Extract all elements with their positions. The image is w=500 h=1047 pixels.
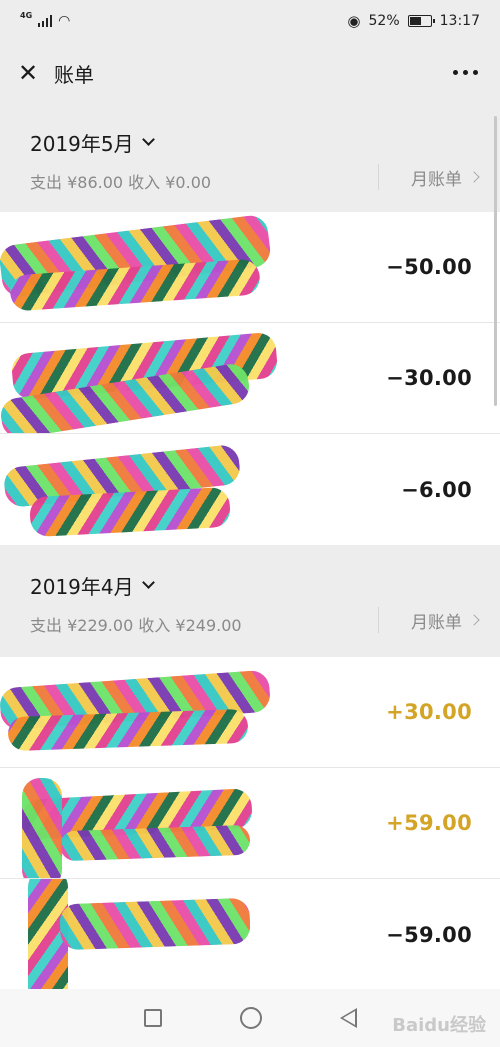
signal-icon [38,15,53,27]
month-picker[interactable]: 2019年5月 [30,128,470,157]
transaction-row[interactable]: +30.00 [0,657,500,768]
close-icon[interactable]: ✕ [16,59,40,87]
wifi-icon: ◠ [58,13,71,29]
monthly-bill-label: 月账单 [411,169,462,190]
transaction-row[interactable]: −50.00 [0,212,500,323]
redacted-scribble [59,824,251,862]
monthly-bill-link[interactable]: 月账单 [378,164,480,190]
clock: 13:17 [439,13,480,29]
transaction-list-april: +30.00 +59.00 −59.00 [0,657,500,990]
wechat-bill-screen: 4G ◠ ◉ 52% 13:17 ✕ 账单 2019年5月 支出 ¥86.00 … [0,0,500,1047]
back-icon[interactable] [339,1008,357,1028]
month-title: 2019年4月 [30,575,134,599]
chevron-down-icon [141,576,155,589]
transaction-row[interactable]: −30.00 [0,323,500,434]
watermark: Baidu经验 [392,1015,486,1036]
month-header-april: 2019年4月 支出 ¥229.00 收入 ¥249.00 月账单 [0,545,500,657]
month-title: 2019年5月 [30,132,134,156]
redacted-scribble [22,778,62,878]
month-picker[interactable]: 2019年4月 [30,571,470,600]
eye-icon: ◉ [347,12,361,30]
transaction-row[interactable]: +59.00 [0,768,500,879]
transaction-amount: −59.00 [386,922,472,947]
redacted-scribble [7,708,249,752]
month-header-may: 2019年5月 支出 ¥86.00 收入 ¥0.00 月账单 [0,104,500,212]
transaction-row[interactable]: −6.00 [0,434,500,545]
scrollbar[interactable] [494,116,497,406]
redacted-scribble [59,897,251,951]
chevron-right-icon [468,171,480,183]
android-navigation-bar: Baidu经验 [0,989,500,1047]
status-right: ◉ 52% 13:17 [347,12,480,30]
chevron-right-icon [468,614,480,626]
more-options-icon[interactable] [451,62,480,83]
page-title: 账单 [54,62,94,87]
chevron-down-icon [141,133,155,146]
transaction-amount: −6.00 [401,477,472,502]
network-type: 4G [20,11,33,20]
transaction-amount: −30.00 [386,366,472,390]
monthly-bill-link[interactable]: 月账单 [378,607,480,633]
nav-bar: ✕ 账单 [0,42,500,104]
battery-icon [407,15,435,27]
battery-percent: 52% [368,13,400,29]
status-bar: 4G ◠ ◉ 52% 13:17 [0,0,500,42]
transaction-amount: +59.00 [386,811,472,835]
monthly-bill-label: 月账单 [411,612,462,633]
transaction-row[interactable]: −59.00 [0,879,500,990]
status-left: 4G ◠ [20,11,71,30]
transaction-amount: −50.00 [386,255,472,279]
recent-apps-icon[interactable] [143,1009,162,1027]
home-icon[interactable] [239,1007,262,1029]
transaction-amount: +30.00 [386,700,472,724]
transaction-list-may: −50.00 −30.00 −6.00 [0,212,500,545]
